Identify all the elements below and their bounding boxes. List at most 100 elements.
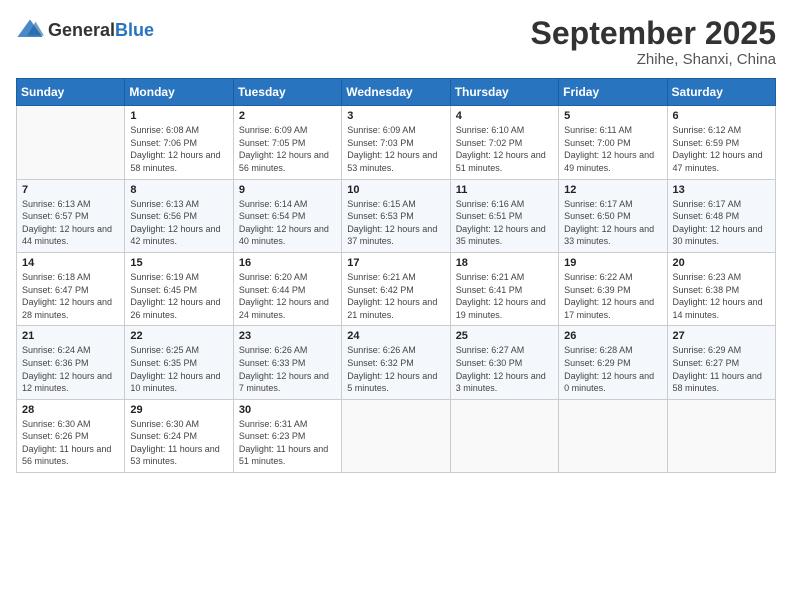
day-number: 25 [456, 330, 553, 342]
day-of-week-header: Thursday [450, 79, 558, 106]
day-info: Sunrise: 6:27 AMSunset: 6:30 PMDaylight:… [456, 344, 553, 394]
logo-blue: Blue [115, 20, 154, 40]
day-number: 10 [347, 184, 444, 196]
calendar-week-row: 14 Sunrise: 6:18 AMSunset: 6:47 PMDayligh… [17, 252, 776, 325]
calendar-week-row: 1 Sunrise: 6:08 AMSunset: 7:06 PMDaylight… [17, 106, 776, 179]
page-header: GeneralBlue September 2025 Zhihe, Shanxi… [16, 16, 776, 68]
day-info: Sunrise: 6:10 AMSunset: 7:02 PMDaylight:… [456, 124, 553, 174]
calendar-day-cell: 11 Sunrise: 6:16 AMSunset: 6:51 PMDayligh… [450, 179, 558, 252]
day-number: 12 [564, 184, 661, 196]
day-info: Sunrise: 6:25 AMSunset: 6:35 PMDaylight:… [130, 344, 227, 394]
day-info: Sunrise: 6:08 AMSunset: 7:06 PMDaylight:… [130, 124, 227, 174]
calendar-day-cell: 24 Sunrise: 6:26 AMSunset: 6:32 PMDayligh… [342, 326, 450, 399]
day-info: Sunrise: 6:14 AMSunset: 6:54 PMDaylight:… [239, 198, 336, 248]
calendar-day-cell: 19 Sunrise: 6:22 AMSunset: 6:39 PMDayligh… [559, 252, 667, 325]
calendar-day-cell: 18Sunrise: 6:21 AMSunset: 6:41 PMDayligh… [450, 252, 558, 325]
day-number: 15 [130, 257, 227, 269]
day-info: Sunrise: 6:21 AMSunset: 6:42 PMDaylight:… [347, 271, 444, 321]
day-of-week-header: Tuesday [233, 79, 341, 106]
calendar-day-cell: 12 Sunrise: 6:17 AMSunset: 6:50 PMDayligh… [559, 179, 667, 252]
day-info: Sunrise: 6:16 AMSunset: 6:51 PMDaylight:… [456, 198, 553, 248]
day-info: Sunrise: 6:30 AMSunset: 6:24 PMDaylight:… [130, 418, 227, 468]
calendar-day-cell: 3 Sunrise: 6:09 AMSunset: 7:03 PMDaylight… [342, 106, 450, 179]
calendar-day-cell: 30Sunrise: 6:31 AMSunset: 6:23 PMDayligh… [233, 399, 341, 472]
calendar-day-cell: 4Sunrise: 6:10 AMSunset: 7:02 PMDaylight… [450, 106, 558, 179]
logo-text: GeneralBlue [48, 20, 154, 41]
calendar-day-cell [342, 399, 450, 472]
calendar-day-cell: 1 Sunrise: 6:08 AMSunset: 7:06 PMDaylight… [125, 106, 233, 179]
day-number: 26 [564, 330, 661, 342]
day-info: Sunrise: 6:26 AMSunset: 6:32 PMDaylight:… [347, 344, 444, 394]
day-of-week-header: Friday [559, 79, 667, 106]
day-number: 13 [673, 184, 770, 196]
day-info: Sunrise: 6:15 AMSunset: 6:53 PMDaylight:… [347, 198, 444, 248]
calendar-day-cell: 23Sunrise: 6:26 AMSunset: 6:33 PMDayligh… [233, 326, 341, 399]
day-number: 7 [22, 184, 119, 196]
day-info: Sunrise: 6:17 AMSunset: 6:50 PMDaylight:… [564, 198, 661, 248]
day-info: Sunrise: 6:17 AMSunset: 6:48 PMDaylight:… [673, 198, 770, 248]
logo: GeneralBlue [16, 16, 154, 44]
day-number: 22 [130, 330, 227, 342]
day-number: 21 [22, 330, 119, 342]
calendar-day-cell: 20Sunrise: 6:23 AMSunset: 6:38 PMDayligh… [667, 252, 775, 325]
day-number: 11 [456, 184, 553, 196]
title-section: September 2025 Zhihe, Shanxi, China [531, 16, 776, 68]
calendar-day-cell: 17 Sunrise: 6:21 AMSunset: 6:42 PMDayligh… [342, 252, 450, 325]
calendar-header-row: SundayMondayTuesdayWednesdayThursdayFrid… [17, 79, 776, 106]
month-title: September 2025 [531, 16, 776, 51]
logo-general: General [48, 20, 115, 40]
logo-icon [16, 16, 44, 44]
calendar-day-cell: 9 Sunrise: 6:14 AMSunset: 6:54 PMDaylight… [233, 179, 341, 252]
calendar-day-cell: 25 Sunrise: 6:27 AMSunset: 6:30 PMDayligh… [450, 326, 558, 399]
calendar-day-cell: 22 Sunrise: 6:25 AMSunset: 6:35 PMDayligh… [125, 326, 233, 399]
day-number: 27 [673, 330, 770, 342]
calendar-day-cell: 8 Sunrise: 6:13 AMSunset: 6:56 PMDaylight… [125, 179, 233, 252]
calendar-table: SundayMondayTuesdayWednesdayThursdayFrid… [16, 78, 776, 473]
calendar-day-cell [667, 399, 775, 472]
calendar-week-row: 28 Sunrise: 6:30 AMSunset: 6:26 PMDayligh… [17, 399, 776, 472]
calendar-day-cell [17, 106, 125, 179]
calendar-day-cell: 2 Sunrise: 6:09 AMSunset: 7:05 PMDaylight… [233, 106, 341, 179]
calendar-day-cell: 10 Sunrise: 6:15 AMSunset: 6:53 PMDayligh… [342, 179, 450, 252]
day-number: 8 [130, 184, 227, 196]
day-info: Sunrise: 6:20 AMSunset: 6:44 PMDaylight:… [239, 271, 336, 321]
day-number: 2 [239, 110, 336, 122]
day-number: 9 [239, 184, 336, 196]
day-info: Sunrise: 6:26 AMSunset: 6:33 PMDaylight:… [239, 344, 336, 394]
day-of-week-header: Wednesday [342, 79, 450, 106]
calendar-day-cell: 13 Sunrise: 6:17 AMSunset: 6:48 PMDayligh… [667, 179, 775, 252]
day-info: Sunrise: 6:09 AMSunset: 7:05 PMDaylight:… [239, 124, 336, 174]
day-info: Sunrise: 6:12 AMSunset: 6:59 PMDaylight:… [673, 124, 770, 174]
day-info: Sunrise: 6:30 AMSunset: 6:26 PMDaylight:… [22, 418, 119, 468]
location-title: Zhihe, Shanxi, China [531, 51, 776, 68]
day-number: 24 [347, 330, 444, 342]
day-number: 5 [564, 110, 661, 122]
calendar-day-cell: 5 Sunrise: 6:11 AMSunset: 7:00 PMDaylight… [559, 106, 667, 179]
day-number: 17 [347, 257, 444, 269]
day-info: Sunrise: 6:13 AMSunset: 6:56 PMDaylight:… [130, 198, 227, 248]
calendar-week-row: 7Sunrise: 6:13 AMSunset: 6:57 PMDaylight… [17, 179, 776, 252]
day-number: 19 [564, 257, 661, 269]
calendar-day-cell: 27 Sunrise: 6:29 AMSunset: 6:27 PMDayligh… [667, 326, 775, 399]
day-info: Sunrise: 6:09 AMSunset: 7:03 PMDaylight:… [347, 124, 444, 174]
day-info: Sunrise: 6:24 AMSunset: 6:36 PMDaylight:… [22, 344, 119, 394]
calendar-day-cell [559, 399, 667, 472]
calendar-day-cell: 6Sunrise: 6:12 AMSunset: 6:59 PMDaylight… [667, 106, 775, 179]
day-number: 16 [239, 257, 336, 269]
day-info: Sunrise: 6:29 AMSunset: 6:27 PMDaylight:… [673, 344, 770, 394]
day-number: 28 [22, 404, 119, 416]
day-info: Sunrise: 6:11 AMSunset: 7:00 PMDaylight:… [564, 124, 661, 174]
day-info: Sunrise: 6:23 AMSunset: 6:38 PMDaylight:… [673, 271, 770, 321]
calendar-day-cell: 16 Sunrise: 6:20 AMSunset: 6:44 PMDayligh… [233, 252, 341, 325]
day-of-week-header: Monday [125, 79, 233, 106]
calendar-day-cell: 15 Sunrise: 6:19 AMSunset: 6:45 PMDayligh… [125, 252, 233, 325]
calendar-day-cell: 28 Sunrise: 6:30 AMSunset: 6:26 PMDayligh… [17, 399, 125, 472]
calendar-day-cell: 21 Sunrise: 6:24 AMSunset: 6:36 PMDayligh… [17, 326, 125, 399]
day-info: Sunrise: 6:22 AMSunset: 6:39 PMDaylight:… [564, 271, 661, 321]
day-info: Sunrise: 6:19 AMSunset: 6:45 PMDaylight:… [130, 271, 227, 321]
day-number: 3 [347, 110, 444, 122]
day-number: 1 [130, 110, 227, 122]
day-number: 30 [239, 404, 336, 416]
day-info: Sunrise: 6:18 AMSunset: 6:47 PMDaylight:… [22, 271, 119, 321]
day-number: 14 [22, 257, 119, 269]
